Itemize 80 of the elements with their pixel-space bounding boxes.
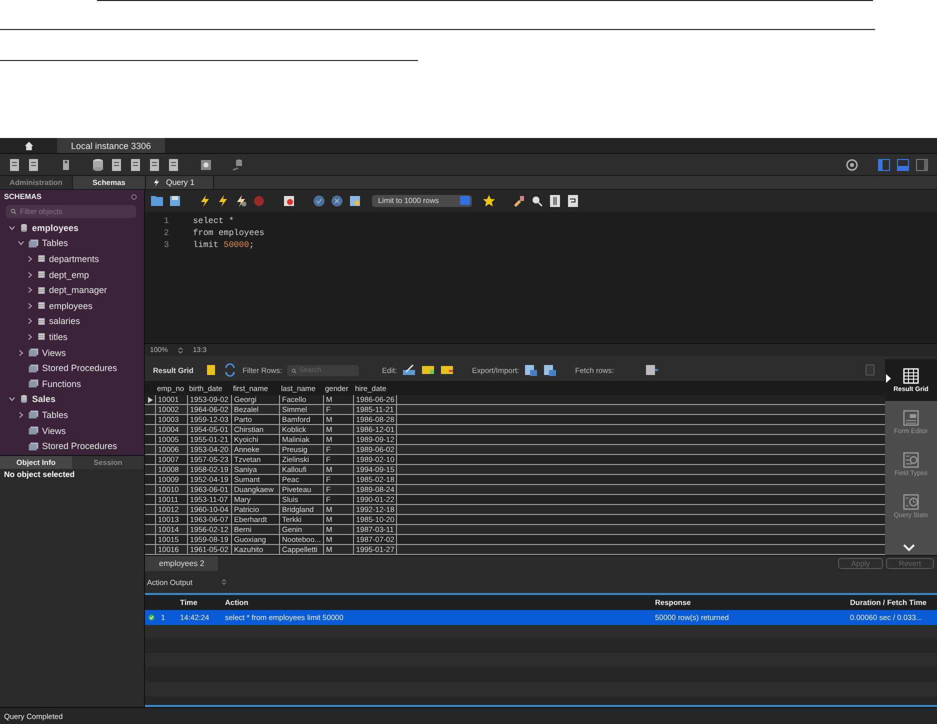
tree-item[interactable]: salaries [49,316,80,326]
commit-icon[interactable] [312,194,326,208]
code-line: select * [193,216,234,226]
current-row-marker-icon [148,396,152,403]
home-icon[interactable] [24,140,34,150]
folder-icon [28,425,39,436]
export-icon[interactable] [524,363,538,378]
success-icon [148,614,155,622]
code-line: limit 50000; [193,240,254,250]
lightning-icon [152,178,161,187]
database-icon [19,394,29,404]
tree-item[interactable]: titles [49,332,68,342]
chevron-icon[interactable] [27,272,33,278]
chevron-icon[interactable] [18,412,24,418]
chevron-icon[interactable] [27,318,33,324]
stepper-icon[interactable] [176,346,185,355]
chevron-icon[interactable] [18,240,24,246]
tree-item[interactable]: Views [42,426,66,436]
chevron-icon[interactable] [27,287,33,294]
tree-item[interactable]: employees [32,222,79,233]
refresh-icon[interactable] [130,192,138,200]
magnifier-icon [902,451,920,470]
refresh-icon[interactable] [223,363,238,378]
tree-item[interactable]: Sales [32,394,56,404]
line-number: 2 [162,228,169,238]
tree-item[interactable]: Functions [42,378,82,389]
database-icon [19,222,29,233]
folder-icon [28,409,39,420]
line-number: 1 [162,216,169,226]
folder-icon [28,378,39,390]
database-icon[interactable] [91,158,105,172]
chevron-icon[interactable] [18,350,24,356]
line-number: 3 [162,240,169,250]
search-icon [291,368,298,374]
folder-icon [28,440,39,452]
rollback-icon[interactable] [330,194,344,208]
scroll-down-icon[interactable] [903,544,915,552]
execute-current-icon[interactable] [216,194,230,208]
tree-item[interactable]: employees [49,300,93,311]
chevron-icon[interactable] [27,334,33,340]
secondary-sidebar-toggle-icon[interactable] [915,158,929,172]
result-tab[interactable]: employees 2 [145,556,218,572]
chevron-icon[interactable] [27,256,33,262]
edit-row-icon[interactable] [402,363,416,378]
import-icon[interactable] [543,363,558,378]
open-sql-file-icon[interactable] [27,158,41,172]
chevron-icon[interactable] [27,302,33,309]
brush-icon[interactable] [512,194,526,208]
form-icon [902,409,920,428]
tree-item[interactable]: Tables [42,410,68,420]
search-icon[interactable] [530,194,544,208]
tree-item[interactable]: departments [49,254,100,264]
sidebar-toggle-icon[interactable] [877,158,891,172]
grid-icon [902,367,920,386]
tree-item[interactable]: Views [42,348,66,358]
settings-icon[interactable] [845,158,859,172]
search-icon [10,208,17,215]
connection-tab[interactable]: Local instance 3306 [57,138,166,153]
chevron-icon[interactable] [9,396,15,402]
tree-item[interactable]: Stored Procedures [42,441,118,452]
code-line: from employees [193,228,264,238]
tree-item[interactable]: Tables [42,238,68,248]
stepper-icon[interactable] [220,578,228,586]
tree-item[interactable]: dept_emp [49,270,90,280]
folder-icon[interactable] [150,194,164,208]
selected-indicator-icon [886,374,891,384]
object-info-text: No object selected [3,469,76,480]
chevron-icon[interactable] [9,224,15,231]
save-icon[interactable] [168,194,182,208]
folder-icon [28,238,39,249]
execute-icon[interactable] [198,194,212,208]
tree-item[interactable]: dept_manager [49,285,108,296]
new-sql-file-icon[interactable] [8,158,22,172]
stopwatch-icon [902,493,920,512]
tree-item[interactable]: Stored Procedures [42,363,118,374]
output-panel-toggle-icon[interactable] [896,158,910,172]
folder-icon [28,347,39,358]
star-icon[interactable] [482,194,496,208]
query-tab[interactable]: Query 1 [146,176,214,189]
folder-icon [28,362,39,374]
